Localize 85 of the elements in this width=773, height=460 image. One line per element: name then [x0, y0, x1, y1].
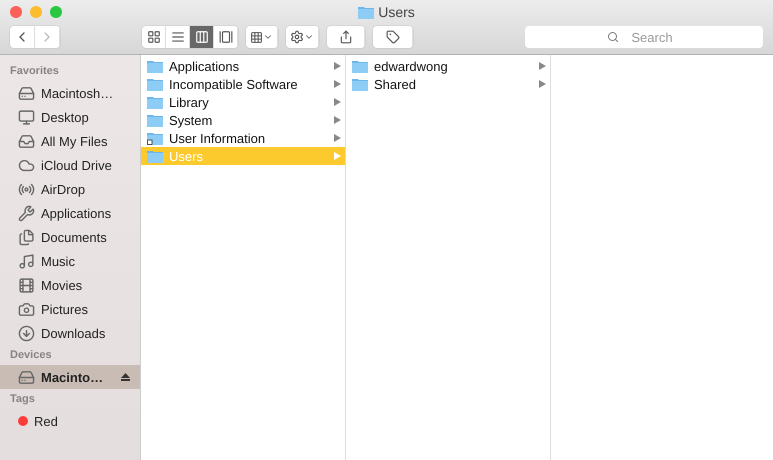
sidebar-item[interactable]: Applications: [0, 201, 140, 225]
sidebar-label: Pictures: [41, 302, 88, 316]
sidebar-item[interactable]: Documents: [0, 225, 140, 249]
sidebar-label: Documents: [41, 230, 107, 244]
folder-name: Incompatible Software: [169, 76, 299, 92]
list-icon: [170, 30, 184, 44]
folder-name: Library: [169, 94, 210, 110]
sidebar-item[interactable]: Desktop: [0, 105, 140, 129]
sidebar-item[interactable]: AirDrop: [0, 177, 140, 201]
sidebar-label: Macintosh…: [41, 86, 114, 100]
disclosure-arrow-icon: [334, 116, 341, 124]
gear-icon: [290, 30, 304, 44]
share-icon: [338, 30, 352, 44]
close-button[interactable]: [10, 6, 22, 18]
folder-icon: [358, 6, 374, 18]
sidebar-label: iCloud Drive: [41, 158, 112, 172]
film-icon: [18, 276, 35, 294]
folder-row[interactable]: Incompatible Software: [141, 75, 345, 93]
folder-row[interactable]: Shared: [346, 75, 550, 93]
folder-row[interactable]: edwardwong: [346, 57, 550, 75]
folder-name: edwardwong: [374, 58, 449, 74]
hard-drive-icon: [18, 368, 35, 386]
folder-name: Applications: [169, 58, 240, 74]
sidebar-section-title: Tags: [9, 392, 36, 407]
back-button[interactable]: [10, 26, 35, 48]
columns-icon: [194, 30, 208, 44]
download-icon: [18, 324, 35, 342]
view-mode-button[interactable]: [142, 26, 166, 48]
share-button[interactable]: [327, 26, 365, 48]
disclosure-arrow-icon: [334, 80, 341, 88]
window-title: Users: [378, 4, 415, 20]
gallery-icon: [218, 30, 232, 44]
grid-icon: [250, 30, 263, 44]
sidebar-item[interactable]: Macintosh…: [0, 81, 140, 105]
sidebar-item[interactable]: Pictures: [0, 297, 140, 321]
folder-row[interactable]: System: [141, 111, 345, 129]
sidebar-label: Red: [34, 414, 58, 428]
eject-icon[interactable]: [121, 373, 130, 381]
folder-name: Shared: [374, 76, 417, 92]
sidebar-label: AirDrop: [41, 182, 86, 196]
search-icon: [607, 31, 619, 43]
music-note-icon: [18, 252, 35, 270]
view-mode-button[interactable]: [166, 26, 190, 48]
hard-drive-icon: [18, 84, 35, 102]
sidebar-label: Downloads: [41, 326, 106, 340]
camera-icon: [18, 300, 35, 318]
settings-button[interactable]: [286, 26, 319, 48]
grid-icon: [146, 30, 160, 44]
documents-icon: [18, 228, 35, 246]
sidebar-label: Desktop: [41, 110, 89, 124]
tray-icon: [18, 132, 35, 150]
tag-button[interactable]: [373, 26, 413, 48]
sidebar-item[interactable]: iCloud Drive: [0, 153, 140, 177]
sidebar-item[interactable]: Music: [0, 249, 140, 273]
sidebar-item[interactable]: Macinto…: [0, 365, 140, 389]
sidebar-item[interactable]: All My Files: [0, 129, 140, 153]
folder-row[interactable]: Applications: [141, 57, 345, 75]
disclosure-arrow-icon: [539, 80, 546, 88]
disclosure-arrow-icon: [334, 134, 341, 142]
monitor-icon: [18, 108, 35, 126]
view-mode-button[interactable]: [214, 26, 238, 48]
sidebar-section-title: Devices: [9, 348, 53, 363]
arrange-button[interactable]: [246, 26, 278, 48]
sidebar-label: Macinto…: [41, 370, 104, 384]
sidebar-label: All My Files: [41, 134, 108, 148]
disclosure-arrow-icon: [334, 62, 341, 70]
tag-icon: [386, 30, 400, 44]
sidebar-item[interactable]: Downloads: [0, 321, 140, 345]
folder-name: System: [169, 112, 214, 128]
folder-row[interactable]: User Information: [141, 129, 345, 147]
sidebar-item[interactable]: Movies: [0, 273, 140, 297]
sidebar-section-title: Favorites: [9, 64, 60, 79]
sidebar-label: Movies: [41, 278, 82, 292]
sidebar-label: Music: [41, 254, 75, 268]
folder-name: Users: [169, 148, 204, 164]
sidebar-item[interactable]: Red: [0, 409, 140, 433]
folder-name: User Information: [169, 130, 266, 146]
folder-row[interactable]: Library: [141, 93, 345, 111]
disclosure-arrow-icon: [539, 62, 546, 70]
search-field[interactable]: Search: [525, 26, 763, 48]
view-mode-button[interactable]: [190, 26, 214, 48]
disclosure-arrow-icon: [334, 152, 341, 160]
disclosure-arrow-icon: [334, 98, 341, 106]
sidebar-label: Applications: [41, 206, 112, 220]
wrench-icon: [18, 204, 35, 222]
